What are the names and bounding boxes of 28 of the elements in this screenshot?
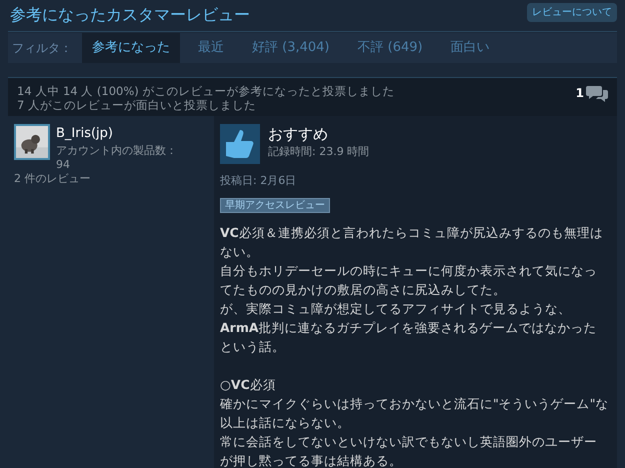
products-label: アカウント内の製品数： [56,144,177,158]
review-paragraph: 常に会話をしてないといけない訳でもないし英語圏外のユーザーが押し黙ってる事は結構ある。 [220,432,598,468]
products-count: 94 [56,158,71,172]
review-paragraph: ○VC必須 [220,376,277,394]
filter-tab[interactable]: 不評 (649) [348,33,433,63]
review-paragraph: 確かにマイクぐらいは持っておかないと流石に"そういうゲーム"な以上は話にならない。 [220,394,609,432]
filter-tab[interactable]: 参考になった [82,33,180,63]
filter-tab[interactable]: 好評 (3,404) [242,33,340,63]
comment-count: 1 [576,85,584,102]
author-name[interactable]: B_Iris(jp) [56,124,177,144]
section-title: 参考になったカスタマーレビュー [10,4,250,26]
filter-tab[interactable]: 最近 [188,33,234,63]
thumbs-up-icon [220,124,260,164]
review-paragraph: 自分もホリデーセールの時にキューに何度か表示されて気になってたものの見かけの敷居の高さに尻込みしてた。 [220,262,598,298]
funny-votes-text: 7 人がこのレビューが面白いと投票しました [17,98,257,112]
comment-icon [586,84,608,102]
review-paragraph: ArmA批判に連なるガチプレイを強要されるゲームではなかったという話。 [220,318,598,356]
review-count[interactable]: 2 件のレビュー [14,172,214,186]
posted-date: 投稿日: 2月6日 [220,173,296,189]
helpful-votes-text: 14 人中 14 人 (100%) がこのレビューが参考になったと投票しました [17,84,394,98]
recommendation-title: おすすめ [268,124,329,144]
review-paragraph: が、実際コミュ障が想定してるアフィサイトで見るような、 [220,300,572,318]
playtime-text: 記録時間: 23.9 時間 [268,144,370,160]
filter-tab[interactable]: 面白い [440,33,500,63]
early-access-tag: 早期アクセスレビュー [220,198,330,212]
about-reviews-button[interactable]: レビューについて [527,3,617,22]
review-paragraph: VC必須＆連携必須と言われたらコミュ障が尻込みするのも無理はない。 [220,224,604,260]
filter-label: フィルタ： [12,40,72,57]
